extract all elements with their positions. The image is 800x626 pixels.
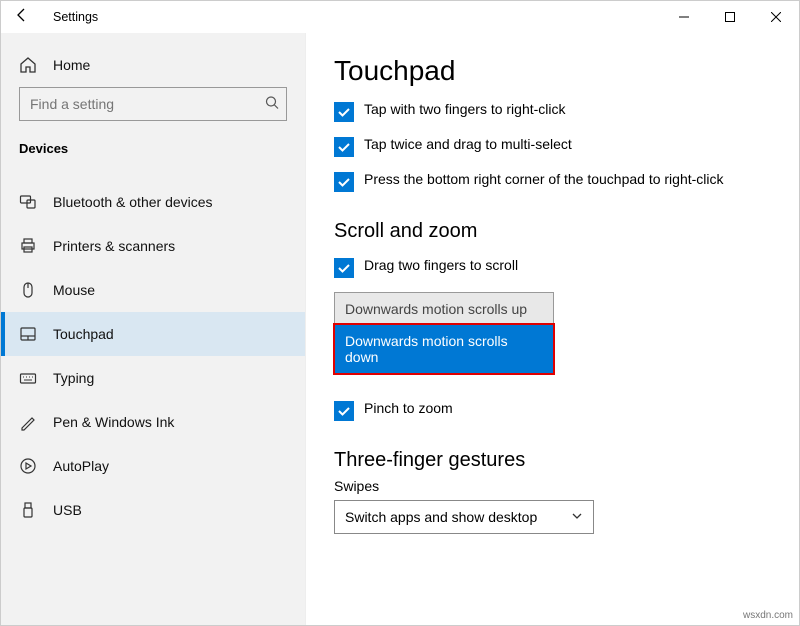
swipes-value: Switch apps and show desktop (345, 509, 537, 525)
mouse-icon (19, 281, 37, 299)
maximize-icon (725, 12, 735, 22)
search-input[interactable] (19, 87, 287, 121)
swipes-label: Swipes (334, 478, 775, 494)
window-title: Settings (43, 10, 98, 24)
page-title: Touchpad (334, 55, 775, 87)
checkbox-icon (334, 137, 354, 157)
check-tap-twice-drag[interactable]: Tap twice and drag to multi-select (334, 136, 775, 157)
devices-icon (19, 193, 37, 211)
usb-icon (19, 501, 37, 519)
check-label: Tap twice and drag to multi-select (364, 136, 572, 152)
content-pane: Touchpad Tap with two fingers to right-c… (306, 33, 799, 625)
arrow-left-icon (14, 7, 30, 23)
printer-icon (19, 237, 37, 255)
back-button[interactable] (1, 7, 43, 28)
chevron-down-icon (571, 509, 583, 525)
sidebar-item-bluetooth[interactable]: Bluetooth & other devices (1, 180, 305, 224)
scroll-direction-dropdown[interactable]: Downwards motion scrolls up Downwards mo… (334, 292, 554, 374)
sidebar-item-label: USB (53, 502, 82, 518)
autoplay-icon (19, 457, 37, 475)
three-finger-heading: Three-finger gestures (334, 449, 775, 472)
sidebar-item-label: Bluetooth & other devices (53, 194, 213, 210)
minimize-icon (679, 12, 689, 22)
nav-home[interactable]: Home (1, 43, 305, 87)
touchpad-icon (19, 325, 37, 343)
sidebar-item-mouse[interactable]: Mouse (1, 268, 305, 312)
watermark: wsxdn.com (743, 610, 793, 621)
check-tap-two-fingers[interactable]: Tap with two fingers to right-click (334, 101, 775, 122)
nav-home-label: Home (53, 57, 90, 73)
sidebar-section-devices: Devices (1, 127, 305, 162)
dropdown-option-up[interactable]: Downwards motion scrolls up (335, 293, 553, 325)
checkbox-icon (334, 172, 354, 192)
titlebar: Settings (1, 1, 799, 33)
close-icon (771, 12, 781, 22)
sidebar-item-printers[interactable]: Printers & scanners (1, 224, 305, 268)
pen-icon (19, 413, 37, 431)
check-label: Press the bottom right corner of the tou… (364, 171, 724, 187)
sidebar-item-pen[interactable]: Pen & Windows Ink (1, 400, 305, 444)
sidebar: Home Devices Bluetooth & other devices P… (1, 33, 306, 625)
scroll-zoom-heading: Scroll and zoom (334, 220, 775, 243)
sidebar-item-label: Mouse (53, 282, 95, 298)
sidebar-item-touchpad[interactable]: Touchpad (1, 312, 305, 356)
keyboard-icon (19, 369, 37, 387)
sidebar-item-typing[interactable]: Typing (1, 356, 305, 400)
maximize-button[interactable] (707, 1, 753, 33)
check-pinch-zoom[interactable]: Pinch to zoom (334, 400, 775, 421)
sidebar-item-autoplay[interactable]: AutoPlay (1, 444, 305, 488)
sidebar-item-usb[interactable]: USB (1, 488, 305, 532)
check-label: Pinch to zoom (364, 400, 453, 416)
checkbox-icon (334, 102, 354, 122)
checkbox-icon (334, 401, 354, 421)
sidebar-item-label: Pen & Windows Ink (53, 414, 174, 430)
sidebar-item-label: Typing (53, 370, 94, 386)
dropdown-option-down[interactable]: Downwards motion scrolls down (335, 325, 553, 373)
check-label: Drag two fingers to scroll (364, 257, 518, 273)
sidebar-item-label: AutoPlay (53, 458, 109, 474)
home-icon (19, 56, 37, 74)
check-bottom-right[interactable]: Press the bottom right corner of the tou… (334, 171, 775, 192)
close-button[interactable] (753, 1, 799, 33)
check-drag-two-scroll[interactable]: Drag two fingers to scroll (334, 257, 775, 278)
sidebar-item-label: Printers & scanners (53, 238, 175, 254)
minimize-button[interactable] (661, 1, 707, 33)
swipes-select[interactable]: Switch apps and show desktop (334, 500, 594, 534)
search-icon (265, 96, 279, 113)
sidebar-item-label: Touchpad (53, 326, 114, 342)
checkbox-icon (334, 258, 354, 278)
check-label: Tap with two fingers to right-click (364, 101, 566, 117)
